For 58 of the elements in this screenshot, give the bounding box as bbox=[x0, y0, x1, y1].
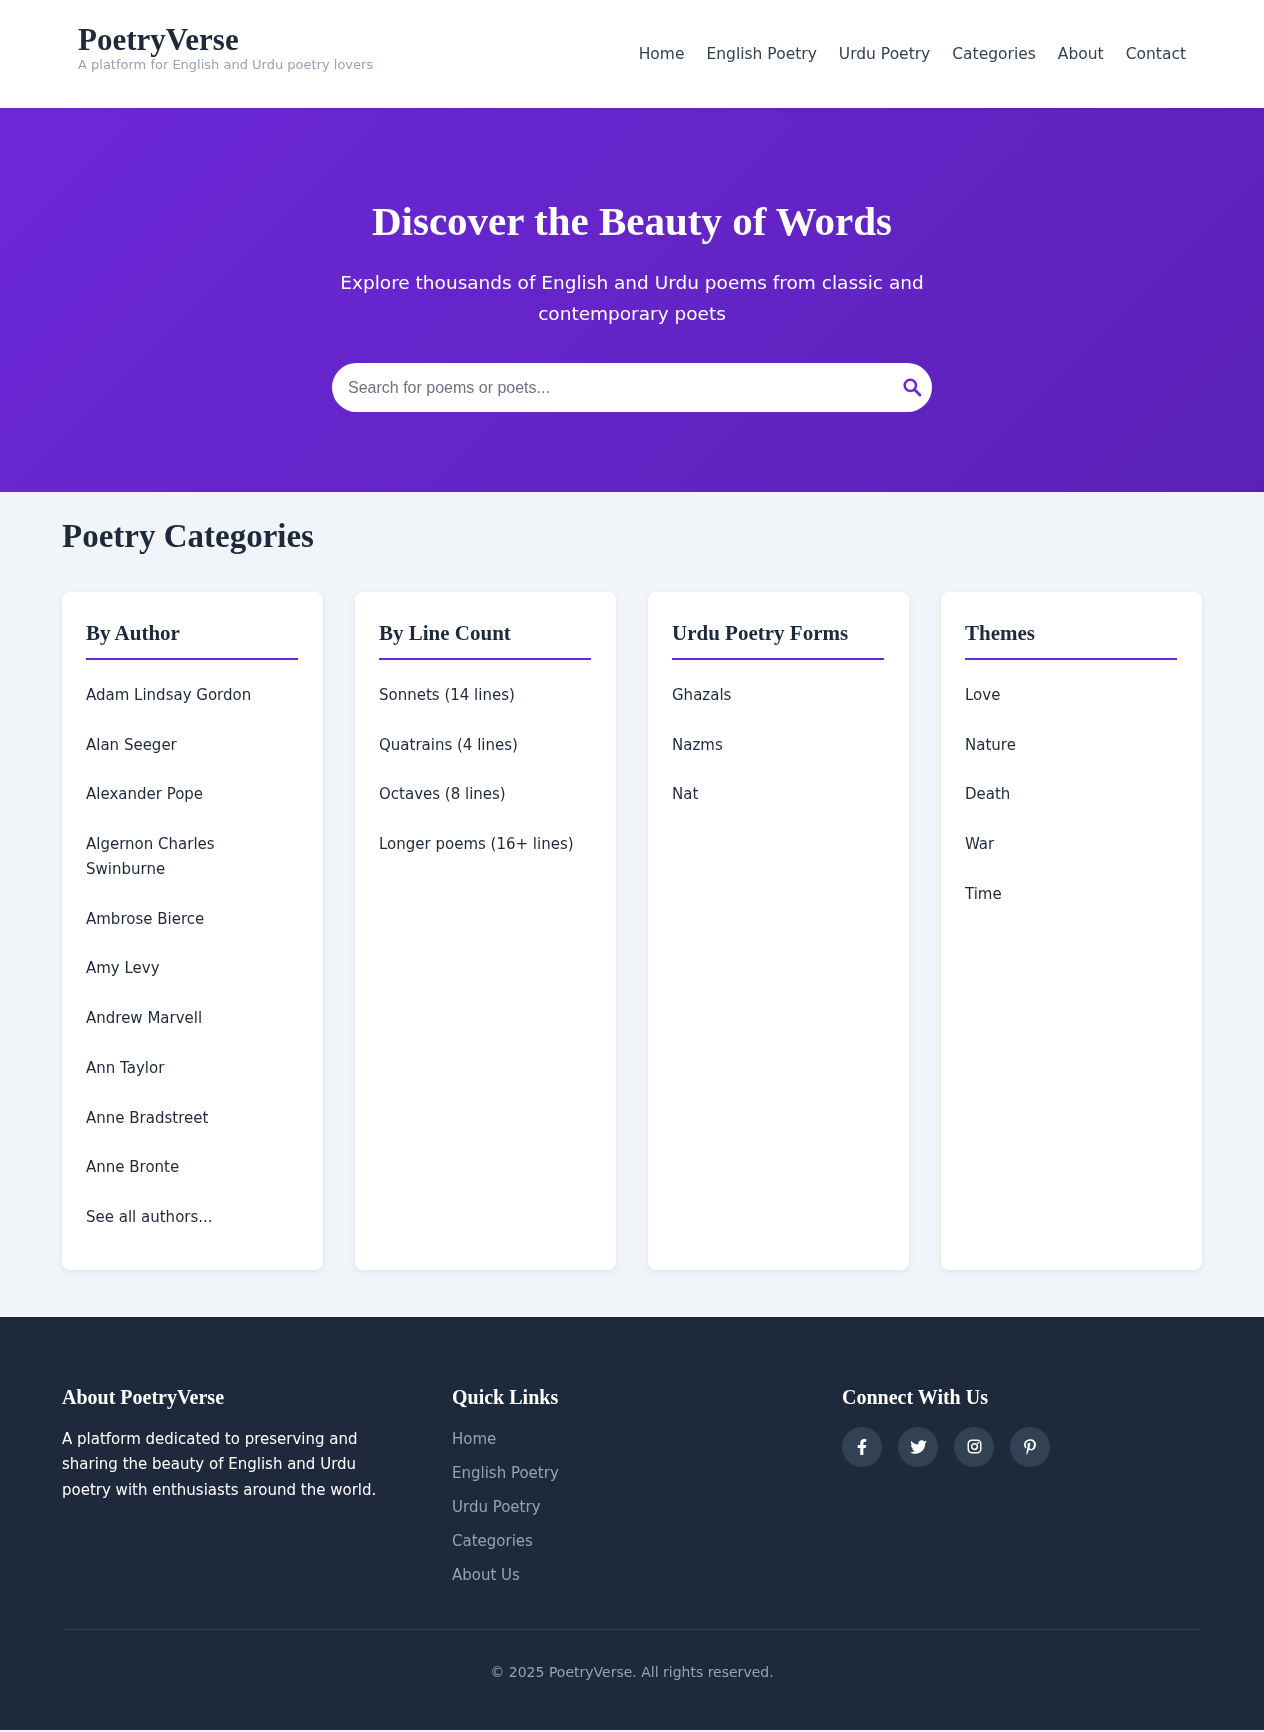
category-link[interactable]: Nazms bbox=[672, 732, 723, 758]
category-link[interactable]: Andrew Marvell bbox=[86, 1006, 203, 1032]
letter-f-icon bbox=[857, 1438, 867, 1455]
category-link[interactable]: Alan Seeger bbox=[86, 732, 177, 758]
category-link[interactable]: Ambrose Bierce bbox=[86, 906, 205, 932]
site-tagline: A platform for English and Urdu poetry lovers bbox=[78, 57, 374, 74]
category-link[interactable]: Time bbox=[965, 881, 1002, 907]
section-title: Poetry Categories bbox=[62, 517, 314, 555]
card-title: Urdu Poetry Forms bbox=[672, 620, 849, 647]
social-button[interactable] bbox=[954, 1426, 994, 1467]
card-title: By Author bbox=[86, 620, 180, 647]
copyright-text: © 2025 PoetryVerse. All rights reserved. bbox=[490, 1662, 774, 1682]
category-link[interactable]: Death bbox=[965, 782, 1011, 808]
nav-link[interactable]: About bbox=[1057, 43, 1104, 65]
footer-heading: Quick Links bbox=[452, 1384, 559, 1410]
footer-link[interactable]: About Us bbox=[452, 1562, 520, 1587]
card-title: By Line Count bbox=[379, 620, 511, 647]
category-link[interactable]: Alexander Pope bbox=[86, 782, 204, 808]
category-link[interactable]: See all authors... bbox=[86, 1204, 213, 1230]
category-link[interactable]: Octaves (8 lines) bbox=[379, 782, 506, 808]
category-link[interactable]: Sonnets (14 lines) bbox=[379, 683, 515, 708]
footer-link[interactable]: Home bbox=[452, 1426, 497, 1451]
letter-p-icon bbox=[1024, 1438, 1036, 1455]
footer-heading: About PoetryVerse bbox=[62, 1384, 224, 1411]
category-link[interactable]: Love bbox=[965, 683, 1001, 708]
nav-link[interactable]: English Poetry bbox=[706, 43, 817, 65]
search-field[interactable]: Search for poems or poets... bbox=[332, 363, 932, 412]
category-link[interactable]: Anne Bradstreet bbox=[86, 1105, 209, 1131]
card-title: Themes bbox=[965, 620, 1035, 647]
nav-link[interactable]: Urdu Poetry bbox=[838, 43, 931, 65]
nav-link[interactable]: Contact bbox=[1125, 43, 1186, 65]
camera-icon bbox=[966, 1439, 982, 1455]
category-link[interactable]: Algernon Charles Swinburne bbox=[86, 832, 298, 883]
footer-text: A platform dedicated to preserving and sharing the beauty of English and Urdu poetry with enthusiasts around the world. bbox=[62, 1428, 378, 1501]
category-link[interactable]: Adam Lindsay Gordon bbox=[86, 683, 252, 708]
nav-link[interactable]: Home bbox=[638, 43, 685, 65]
category-link[interactable]: Anne Bronte bbox=[86, 1155, 180, 1181]
category-link[interactable]: Nature bbox=[965, 732, 1016, 758]
social-button[interactable] bbox=[1010, 1426, 1050, 1467]
category-link[interactable]: Nat bbox=[672, 782, 699, 808]
site-logo[interactable]: PoetryVerse bbox=[78, 24, 239, 56]
hero-title: Discover the Beauty of Words bbox=[371, 197, 893, 246]
footer-link[interactable]: Categories bbox=[452, 1528, 533, 1553]
bird-icon bbox=[909, 1439, 927, 1454]
category-link[interactable]: Quatrains (4 lines) bbox=[379, 732, 518, 758]
nav-link[interactable]: Categories bbox=[952, 43, 1036, 65]
hero-subtitle: Explore thousands of English and Urdu poems from classic and contemporary poets bbox=[339, 271, 925, 326]
social-button[interactable] bbox=[898, 1426, 938, 1467]
category-link[interactable]: Ghazals bbox=[672, 683, 732, 708]
category-link[interactable]: Amy Levy bbox=[86, 956, 160, 982]
category-link[interactable]: War bbox=[965, 832, 995, 858]
footer-heading: Connect With Us bbox=[842, 1384, 988, 1410]
search-icon[interactable] bbox=[902, 377, 922, 397]
category-link[interactable]: Ann Taylor bbox=[86, 1055, 165, 1081]
footer-link[interactable]: English Poetry bbox=[452, 1460, 559, 1485]
social-button[interactable] bbox=[842, 1426, 882, 1467]
category-link[interactable]: Longer poems (16+ lines) bbox=[379, 832, 574, 858]
footer-link[interactable]: Urdu Poetry bbox=[452, 1494, 541, 1519]
